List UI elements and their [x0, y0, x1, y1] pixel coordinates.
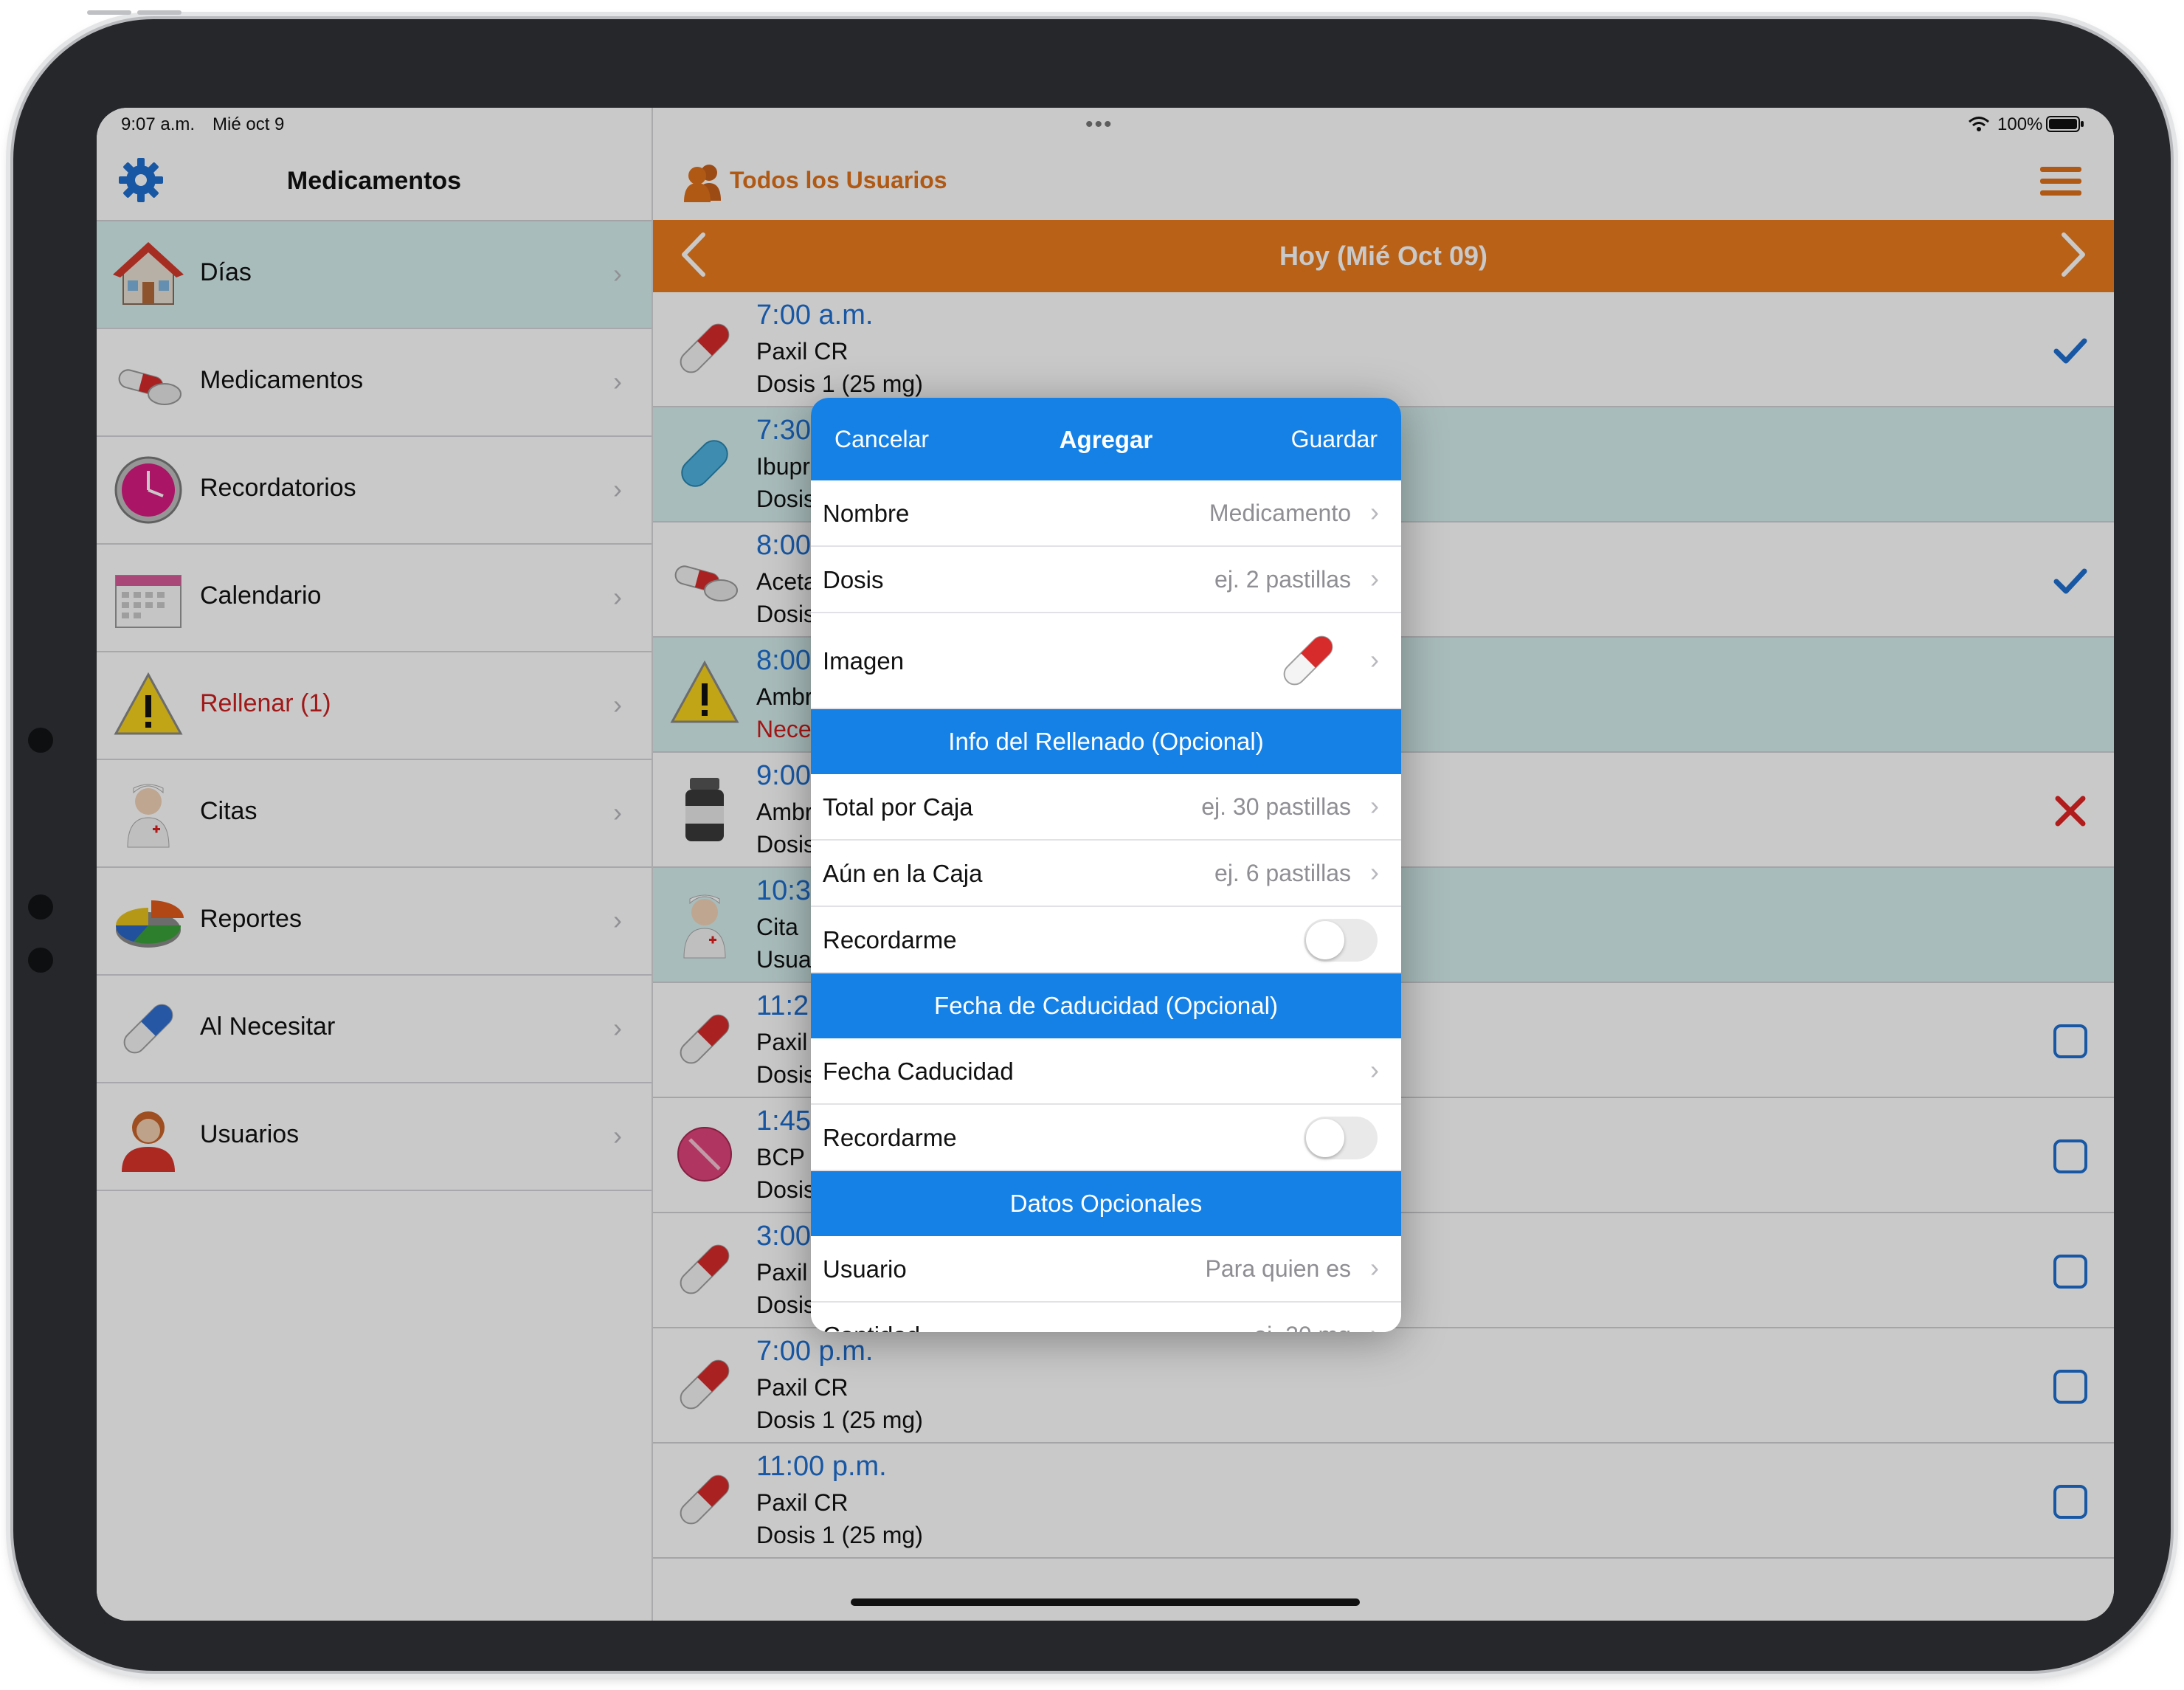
chevron-right-icon: › [1370, 497, 1379, 527]
recordarme-refill-row: Recordarme [811, 907, 1401, 973]
top-button [87, 10, 131, 15]
cantidad-field[interactable]: Cantidad ej. 20 mg › [811, 1303, 1401, 1332]
chevron-right-icon: › [1370, 790, 1379, 821]
field-label: Nombre [823, 500, 910, 527]
field-label: Fecha Caducidad [823, 1058, 1014, 1085]
modal-form: Nombre Medicamento › Dosis ej. 2 pastill… [811, 480, 1401, 1332]
volume-button [137, 10, 182, 15]
fecha-caducidad-field[interactable]: Fecha Caducidad › [811, 1038, 1401, 1105]
home-indicator[interactable] [851, 1598, 1360, 1606]
toggle-knob [1306, 921, 1344, 959]
field-placeholder: ej. 20 mg [1254, 1322, 1351, 1332]
field-label: Recordarme [823, 1124, 957, 1151]
field-label: Total por Caja [823, 793, 973, 821]
field-placeholder: ej. 6 pastillas [1214, 860, 1351, 886]
usuario-field[interactable]: Usuario Para quien es › [811, 1236, 1401, 1303]
section-header-optional: Datos Opcionales [811, 1171, 1401, 1236]
field-placeholder: ej. 30 pastillas [1201, 793, 1351, 820]
ipad-frame: Medicamentos Días › Medicamentos › Recor… [13, 10, 2171, 1671]
section-header-refill: Info del Rellenado (Opcional) [811, 709, 1401, 774]
add-medication-modal: Cancelar Agregar Guardar Nombre Medicame… [811, 398, 1401, 1332]
field-label: Aún en la Caja [823, 860, 983, 887]
capsule-red-icon [1283, 635, 1333, 686]
screen: Medicamentos Días › Medicamentos › Recor… [97, 108, 2114, 1621]
field-label: Dosis [823, 566, 884, 593]
chevron-right-icon: › [1370, 1252, 1379, 1283]
side-sensor-1 [28, 728, 53, 753]
chevron-right-icon: › [1370, 1055, 1379, 1085]
section-header-expiry: Fecha de Caducidad (Opcional) [811, 973, 1401, 1038]
aun-en-la-caja-field[interactable]: Aún en la Caja ej. 6 pastillas › [811, 841, 1401, 907]
chevron-right-icon: › [1370, 644, 1379, 675]
chevron-right-icon: › [1370, 857, 1379, 887]
field-label: Recordarme [823, 926, 957, 953]
field-placeholder: Para quien es [1205, 1255, 1351, 1282]
field-placeholder: ej. 2 pastillas [1214, 566, 1351, 593]
recordarme-refill-toggle[interactable] [1304, 919, 1378, 962]
chevron-right-icon: › [1370, 1319, 1379, 1332]
save-button[interactable]: Guardar [1291, 426, 1378, 453]
nombre-field[interactable]: Nombre Medicamento › [811, 480, 1401, 547]
field-label: Imagen [823, 647, 905, 675]
side-sensor-2 [28, 894, 53, 920]
field-label: Usuario [823, 1255, 907, 1283]
imagen-field[interactable]: Imagen › [811, 613, 1401, 709]
field-placeholder: Medicamento [1209, 500, 1351, 526]
recordarme-expiry-row: Recordarme [811, 1105, 1401, 1171]
recordarme-expiry-toggle[interactable] [1304, 1117, 1378, 1159]
total-por-caja-field[interactable]: Total por Caja ej. 30 pastillas › [811, 774, 1401, 841]
field-label: Cantidad [823, 1322, 920, 1332]
dosis-field[interactable]: Dosis ej. 2 pastillas › [811, 547, 1401, 613]
chevron-right-icon: › [1370, 563, 1379, 593]
toggle-knob [1306, 1119, 1344, 1157]
side-sensor-3 [28, 948, 53, 973]
modal-nav-bar: Cancelar Agregar Guardar [811, 398, 1401, 480]
